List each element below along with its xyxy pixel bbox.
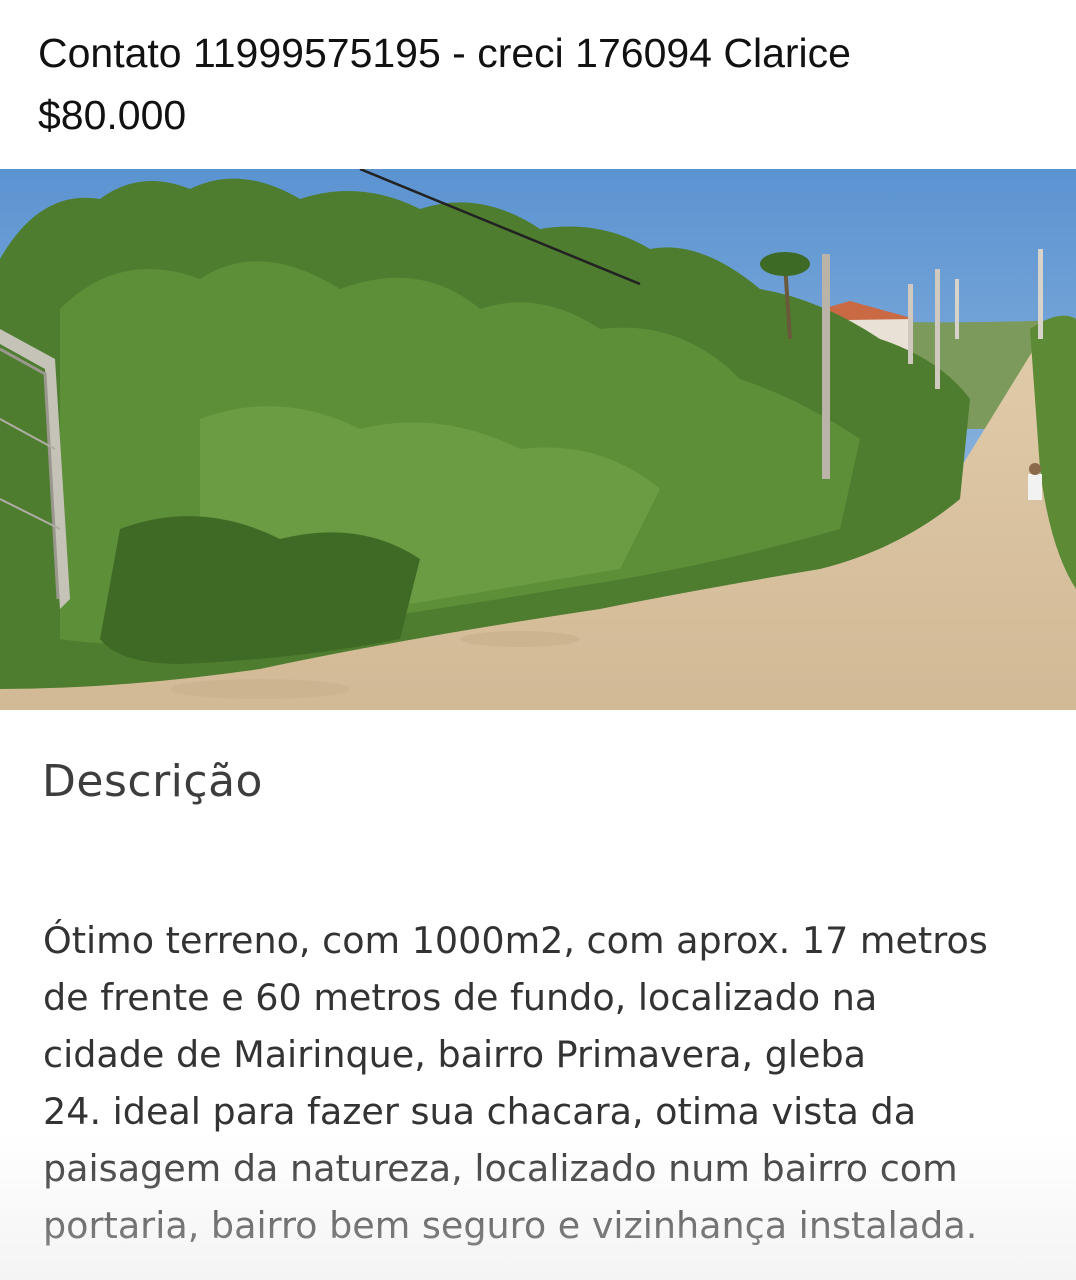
contact-line: Contato 11999575195 - creci 176094 Clari… [38, 30, 851, 76]
description-line: portaria, bairro bem seguro e vizinhança… [43, 1204, 978, 1247]
description-line: de frente e 60 metros de fundo, localiza… [43, 976, 878, 1019]
land-photo-illustration [0, 169, 1076, 710]
description-title: Descrição [42, 756, 263, 807]
listing-photo[interactable] [0, 169, 1076, 710]
description-body: Ótimo terreno, com 1000m2, com aprox. 17… [43, 912, 1068, 1254]
description-line: 24. ideal para fazer sua chacara, otima … [43, 1090, 917, 1133]
listing-header: Contato 11999575195 - creci 176094 Clari… [38, 22, 1058, 146]
description-line: cidade de Mairinque, bairro Primavera, g… [43, 1033, 866, 1076]
price-label: $80.000 [38, 92, 187, 138]
description-line: paisagem da natureza, localizado num bai… [43, 1147, 958, 1190]
description-line: Ótimo terreno, com 1000m2, com aprox. 17… [43, 919, 988, 962]
